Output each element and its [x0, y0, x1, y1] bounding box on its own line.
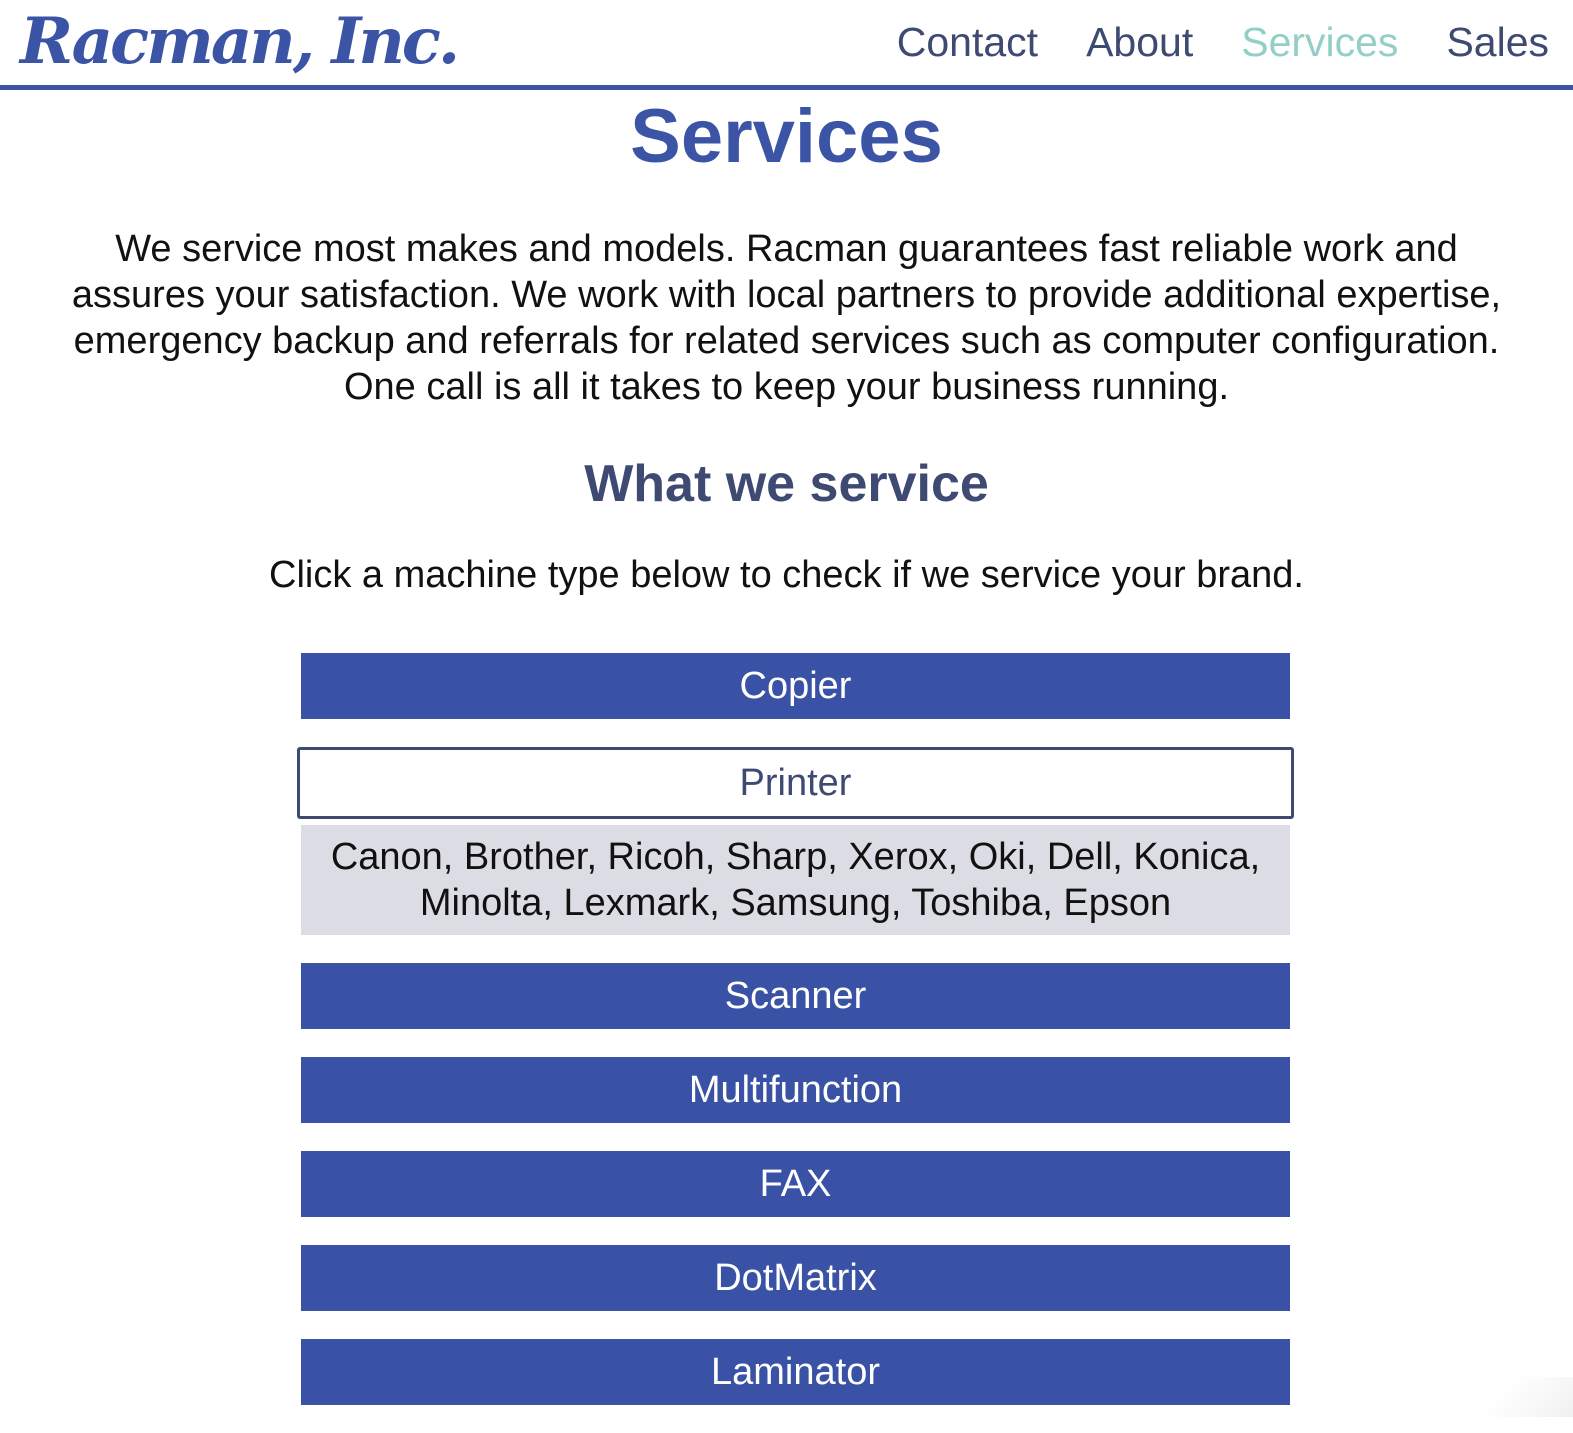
copier-button[interactable]: Copier — [301, 653, 1290, 719]
printer-brands-panel: Canon, Brother, Ricoh, Sharp, Xerox, Oki… — [301, 825, 1290, 935]
scanner-button[interactable]: Scanner — [301, 963, 1290, 1029]
nav-link-services[interactable]: Services — [1241, 14, 1398, 70]
site-logo[interactable]: Racman, Inc. — [20, 2, 457, 82]
window-corner-shadow — [1453, 1377, 1573, 1417]
nav-link-about[interactable]: About — [1086, 14, 1193, 70]
nav-link-sales[interactable]: Sales — [1446, 14, 1549, 70]
fax-button[interactable]: FAX — [301, 1151, 1290, 1217]
nav-link-contact[interactable]: Contact — [897, 14, 1038, 70]
machine-type-list: Copier Printer Canon, Brother, Ricoh, Sh… — [301, 653, 1290, 1433]
instructions-text: Click a machine type below to check if w… — [0, 552, 1573, 598]
printer-button[interactable]: Printer — [297, 747, 1294, 819]
main-nav: Contact About Services Sales — [897, 14, 1549, 70]
site-header: Racman, Inc. Contact About Services Sale… — [0, 0, 1573, 90]
multifunction-button[interactable]: Multifunction — [301, 1057, 1290, 1123]
dotmatrix-button[interactable]: DotMatrix — [301, 1245, 1290, 1311]
section-heading: What we service — [0, 452, 1573, 516]
intro-paragraph: We service most makes and models. Racman… — [60, 226, 1513, 410]
page-title: Services — [0, 92, 1573, 182]
laminator-button[interactable]: Laminator — [301, 1339, 1290, 1405]
